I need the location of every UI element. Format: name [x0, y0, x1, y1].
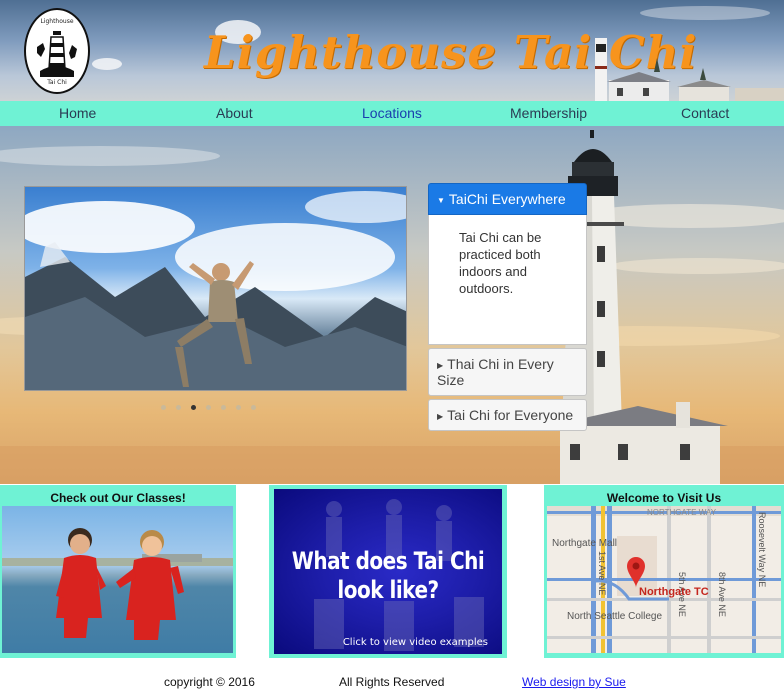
header-lighthouse-image [595, 38, 784, 101]
map-label-college: North Seattle College [567, 611, 662, 622]
nav-about[interactable]: About [216, 105, 253, 121]
nav-locations[interactable]: Locations [362, 105, 422, 121]
accordion-header-label: Thai Chi in Every Size [437, 356, 554, 388]
map-image: NORTHGATE WAY Northgate Mall 5th Ave NE … [547, 506, 781, 653]
video-subtext: Click to view video examples [342, 637, 488, 648]
classes-panel-title: Check out Our Classes! [50, 491, 186, 505]
kids-tai-chi-image[interactable] [2, 506, 233, 653]
video-title-text: What does Tai Chi look like? [291, 546, 485, 604]
accordion-header-for-everyone[interactable]: ▶ Tai Chi for Everyone [428, 399, 587, 431]
triangle-right-icon: ▶ [437, 360, 444, 370]
accordion-panel-text: Tai Chi can be practiced both indoors an… [459, 230, 542, 296]
hero-section: ▼ TaiChi Everywhere Tai Chi can be practi… [0, 126, 784, 484]
triangle-down-icon: ▼ [437, 195, 445, 205]
accordion: ▼ TaiChi Everywhere Tai Chi can be practi… [428, 183, 587, 431]
carousel-dot-active[interactable] [191, 405, 196, 410]
logo-text-top: Lighthouse [40, 18, 74, 25]
carousel-dot[interactable] [251, 405, 256, 410]
carousel-slide[interactable] [24, 186, 407, 391]
map-label-avenue: 1st Ave NE [597, 551, 607, 595]
nav-membership[interactable]: Membership [510, 105, 587, 121]
nav-home[interactable]: Home [59, 105, 96, 121]
map-label-street: NORTHGATE WAY [647, 508, 717, 517]
accordion-header-label: TaiChi Everywhere [448, 191, 566, 207]
carousel-dot[interactable] [236, 405, 241, 410]
carousel-dot[interactable] [221, 405, 226, 410]
carousel-indicators [161, 405, 256, 410]
carousel-dot[interactable] [161, 405, 166, 410]
video-panel: What does Tai Chi look like? Click to vi… [269, 485, 507, 658]
carousel-dot[interactable] [176, 405, 181, 410]
map-label-mall: Northgate Mall [552, 538, 617, 549]
nav-contact[interactable]: Contact [681, 105, 729, 121]
footer-rights: All Rights Reserved [339, 675, 445, 689]
carousel-dot[interactable] [206, 405, 211, 410]
tai-chi-practitioner-image [25, 191, 406, 390]
accordion-header-every-size[interactable]: ▶ Thai Chi in Every Size [428, 348, 587, 396]
map-label-avenue: Roosevelt Way NE [757, 512, 767, 587]
map-label-pin: Northgate TC [639, 586, 709, 598]
kids-photo [2, 528, 233, 640]
logo-lighthouse-icon [37, 31, 77, 77]
site-logo[interactable]: Lighthouse Tai Chi [24, 8, 90, 94]
logo-text-bottom: Tai Chi [47, 79, 67, 86]
visit-panel: Welcome to Visit Us NORTHGATE WAY Northg… [544, 485, 784, 658]
site-header: Lighthouse Tai Chi Lighthouse Tai Chi [0, 0, 784, 101]
map-label-avenue: 8th Ave NE [717, 572, 727, 617]
accordion-panel: Tai Chi can be practiced both indoors an… [428, 215, 587, 345]
triangle-right-icon: ▶ [437, 411, 444, 421]
header-cloud [92, 58, 122, 70]
classes-panel: Check out Our Classes! [0, 485, 236, 658]
footer-copyright: copyright © 2016 [164, 675, 255, 689]
header-cloud [640, 6, 770, 20]
footer-credit-link[interactable]: Web design by Sue [522, 675, 626, 689]
visit-panel-title: Welcome to Visit Us [606, 491, 722, 505]
site-footer: copyright © 2016 All Rights Reserved Web… [0, 674, 784, 694]
accordion-header-label: Tai Chi for Everyone [447, 407, 574, 423]
location-map[interactable]: NORTHGATE WAY Northgate Mall 5th Ave NE … [547, 506, 781, 653]
main-nav: Home About Locations Membership Contact [0, 101, 784, 126]
video-thumbnail[interactable]: What does Tai Chi look like? Click to vi… [274, 489, 502, 654]
accordion-header-taichi-everywhere[interactable]: ▼ TaiChi Everywhere [428, 183, 587, 215]
